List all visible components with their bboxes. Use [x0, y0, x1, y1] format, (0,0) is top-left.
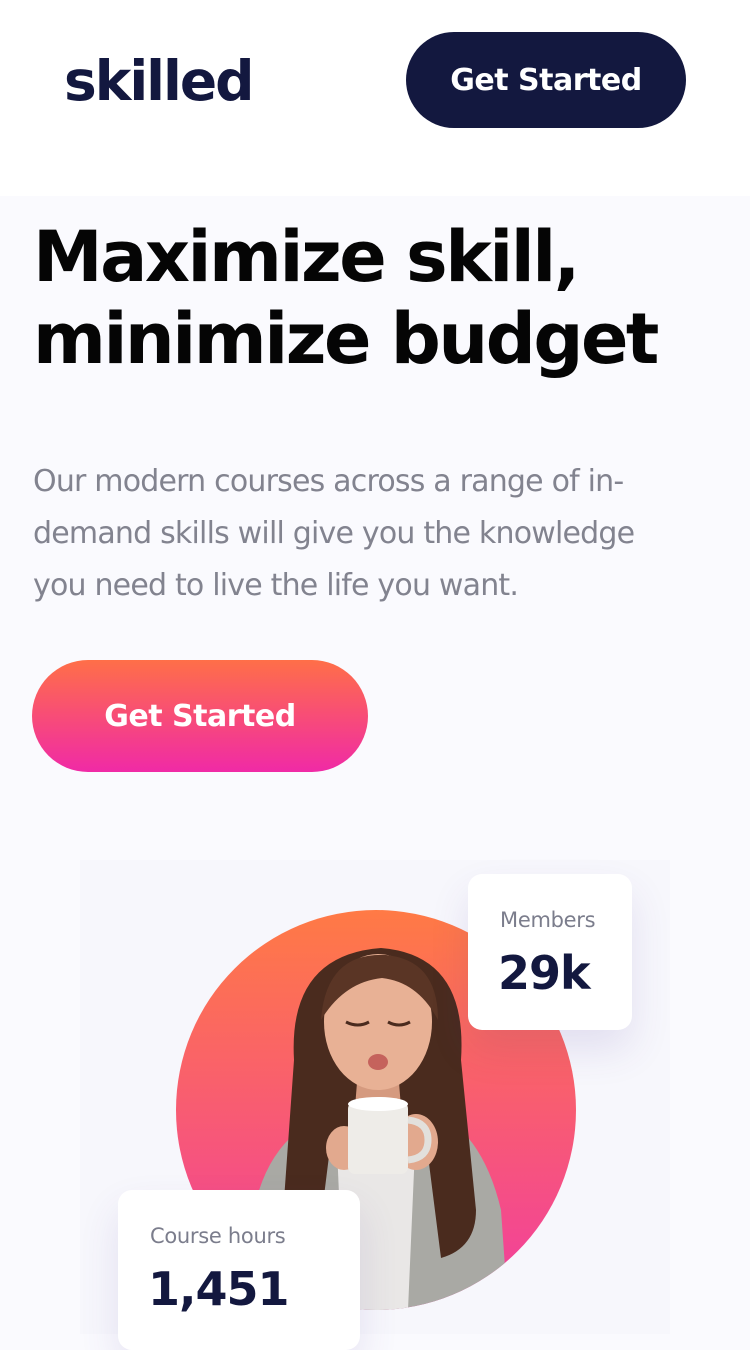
- hero-title-line-1: Maximize skill,: [33, 216, 580, 298]
- hero-title-line-2: minimize budget: [33, 298, 659, 380]
- course-hours-stat-value: 1,451: [148, 1262, 290, 1316]
- header-get-started-button[interactable]: Get Started: [406, 32, 686, 128]
- skilled-logo[interactable]: skilled: [64, 48, 255, 114]
- members-stat-value: 29k: [498, 946, 591, 1000]
- course-hours-stat-label: Course hours: [150, 1224, 286, 1248]
- hero-description: Our modern courses across a range of in-…: [33, 464, 635, 603]
- course-hours-stat-card: Course hours 1,451: [118, 1190, 360, 1350]
- members-stat-label: Members: [500, 908, 596, 932]
- members-stat-card: Members 29k: [468, 874, 632, 1030]
- hero-get-started-button[interactable]: Get Started: [32, 660, 368, 772]
- site-header: skilled Get Started: [0, 0, 750, 196]
- hero-title: Maximize skill, minimize budget: [33, 216, 733, 380]
